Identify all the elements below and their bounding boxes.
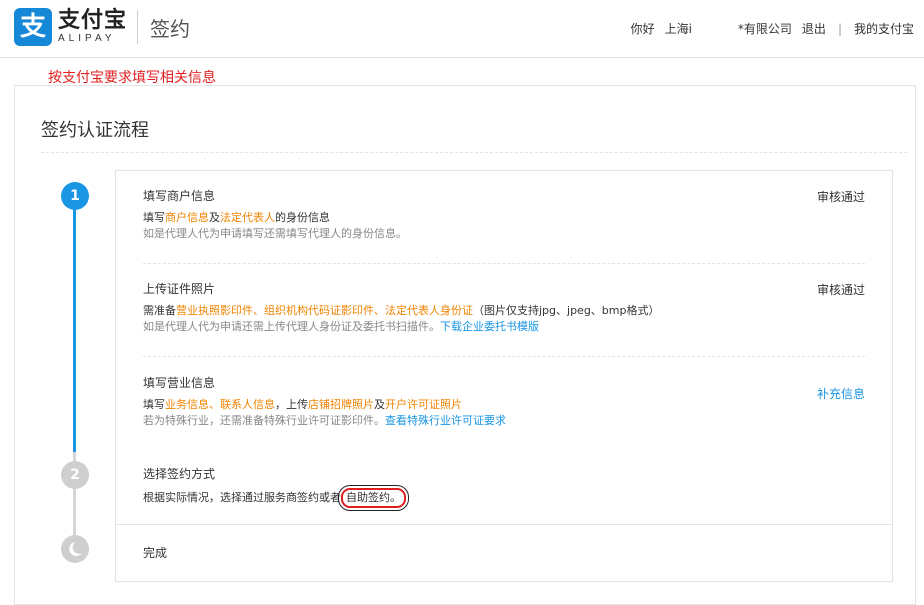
highlight-segment: 店铺招牌照片 — [308, 398, 374, 411]
highlight-segment: 营业执照影印件、组织机构代码证影印件、法定代表人身份证 — [176, 304, 473, 317]
title-divider — [41, 152, 907, 153]
item-description: 根据实际情况，选择通过服务商签约或者 自助签约。 — [143, 485, 865, 511]
step-2-marker: 2 — [61, 461, 89, 489]
top-header: 支 支付宝 ALIPAY 签约 你好 上海i *有限公司 退出 | 我的支付宝 — [0, 0, 924, 58]
text-segment: 填写 — [143, 211, 165, 224]
download-template-link[interactable]: 下载企业委托书模版 — [440, 320, 539, 333]
item-title: 填写商户信息 — [143, 189, 216, 203]
step-3-panel: 完成 — [115, 524, 893, 582]
text-segment: 填写 — [143, 398, 165, 411]
instruction-hint: 按支付宝要求填写相关信息 — [48, 70, 216, 86]
status-badge: 审核通过 — [816, 190, 865, 204]
nav-separator: | — [837, 21, 842, 36]
alipay-logo-glyph: 支 — [19, 12, 46, 42]
text-segment: 及 — [209, 211, 220, 224]
text-segment: ，上传 — [275, 398, 308, 411]
company-name: *有限公司 — [737, 22, 792, 36]
alipay-logo[interactable]: 支 支付宝 ALIPAY 签约 — [14, 8, 190, 46]
item-divider — [143, 263, 865, 264]
text-segment: 的身份信息 — [275, 211, 330, 224]
item-note: 如是代理人代为申请还需上传代理人身份证及委托书扫描件。下载企业委托书模版 — [143, 319, 865, 335]
my-alipay-link[interactable]: 我的支付宝 — [854, 20, 914, 37]
greeting-text: 你好 — [630, 22, 655, 36]
top-nav: 你好 上海i *有限公司 退出 | 我的支付宝 — [631, 20, 914, 37]
special-license-link[interactable]: 查看特殊行业许可证要求 — [385, 414, 506, 427]
upload-documents-item: 上传证件照片 审核通过 需准备营业执照影印件、组织机构代码证影印件、法定代表人身… — [143, 281, 865, 335]
highlight-segment: 业务信息、联系人信息 — [165, 398, 275, 411]
self-sign-highlight[interactable]: 自助签约。 — [338, 485, 409, 511]
item-title: 完成 — [143, 546, 168, 560]
item-description: 填写商户信息及法定代表人的身份信息 — [143, 210, 865, 226]
supplement-info-link[interactable]: 补充信息 — [817, 385, 865, 402]
item-title: 选择签约方式 — [143, 467, 216, 481]
item-description: 需准备营业执照影印件、组织机构代码证影印件、法定代表人身份证（图片仅支持jpg、… — [143, 303, 865, 319]
complete-item: 完成 — [143, 545, 865, 561]
text-segment: 及 — [374, 398, 385, 411]
logo-chinese: 支付宝 — [58, 8, 128, 33]
process-card: 签约认证流程 1 2 填写商户信息 审核通过 填写商户信息及法定代表人的身份信息… — [14, 85, 916, 605]
alipay-logo-icon: 支 — [14, 8, 52, 46]
text-segment: 需准备 — [143, 304, 176, 317]
user-location: 上海i — [664, 22, 692, 36]
logo-text: 支付宝 ALIPAY — [58, 9, 127, 45]
logout-link[interactable]: 退出 — [802, 20, 826, 37]
step-1-marker: 1 — [61, 182, 89, 210]
process-title: 签约认证流程 — [41, 120, 149, 141]
highlight-segment: 法定代表人 — [220, 211, 275, 224]
business-info-item: 填写营业信息 补充信息 填写业务信息、联系人信息，上传店铺招牌照片及开户许可证照… — [143, 375, 865, 429]
status-badge: 审核通过 — [816, 283, 865, 297]
merchant-info-item: 填写商户信息 审核通过 填写商户信息及法定代表人的身份信息 如是代理人代为申请填… — [143, 188, 865, 242]
step-1-panel: 填写商户信息 审核通过 填写商户信息及法定代表人的身份信息 如是代理人代为申请填… — [115, 170, 893, 450]
item-title: 填写营业信息 — [143, 376, 216, 390]
text-segment: 根据实际情况，选择通过服务商签约或者 — [143, 491, 341, 504]
note-text: 若为特殊行业，还需准备特殊行业许可证影印件。 — [143, 414, 385, 427]
item-note: 如是代理人代为申请填写还需填写代理人的身份信息。 — [143, 227, 407, 240]
logo-divider — [137, 10, 139, 44]
highlight-segment: 商户信息 — [165, 211, 209, 224]
note-text: 如是代理人代为申请还需上传代理人身份证及委托书扫描件。 — [143, 320, 440, 333]
item-note: 若为特殊行业，还需准备特殊行业许可证影印件。查看特殊行业许可证要求 — [143, 413, 865, 429]
sign-method-item: 选择签约方式 根据实际情况，选择通过服务商签约或者 自助签约。 — [143, 466, 865, 511]
item-description: 填写业务信息、联系人信息，上传店铺招牌照片及开户许可证照片 — [143, 397, 865, 413]
page-name: 签约 — [150, 16, 191, 41]
text-segment: （图片仅支持jpg、jpeg、bmp格式） — [473, 304, 660, 317]
item-title: 上传证件照片 — [143, 282, 216, 296]
item-divider — [143, 356, 865, 357]
logo-english: ALIPAY — [58, 33, 116, 44]
timeline-active-line — [73, 196, 76, 452]
moon-icon — [69, 542, 82, 556]
highlight-segment: 开户许可证照片 — [385, 398, 462, 411]
step-2-panel: 选择签约方式 根据实际情况，选择通过服务商签约或者 自助签约。 — [115, 449, 893, 525]
step-3-marker — [61, 535, 89, 563]
